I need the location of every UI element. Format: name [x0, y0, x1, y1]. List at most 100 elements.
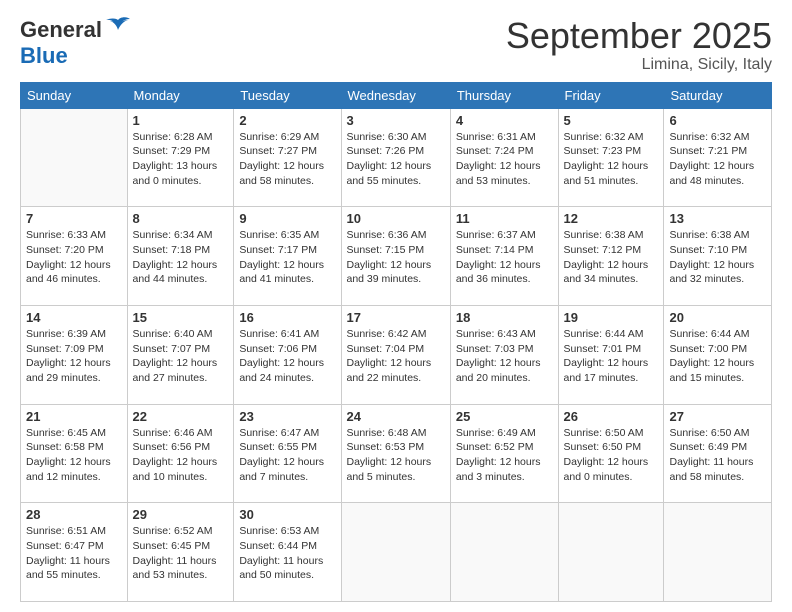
day-info: Sunrise: 6:38 AMSunset: 7:12 PMDaylight:… [564, 228, 659, 287]
day-info: Sunrise: 6:35 AMSunset: 7:17 PMDaylight:… [239, 228, 335, 287]
calendar-week-row: 14 Sunrise: 6:39 AMSunset: 7:09 PMDayligh… [21, 305, 772, 404]
day-number: 5 [564, 113, 659, 128]
day-number: 17 [347, 310, 445, 325]
table-row: 5 Sunrise: 6:32 AMSunset: 7:23 PMDaylight… [558, 108, 664, 207]
day-info: Sunrise: 6:34 AMSunset: 7:18 PMDaylight:… [133, 228, 229, 287]
day-number: 22 [133, 409, 229, 424]
day-number: 3 [347, 113, 445, 128]
table-row: 12Sunrise: 6:38 AMSunset: 7:12 PMDayligh… [558, 207, 664, 306]
day-number: 27 [669, 409, 766, 424]
day-info: Sunrise: 6:36 AMSunset: 7:15 PMDaylight:… [347, 228, 445, 287]
table-row: 7Sunrise: 6:33 AMSunset: 7:20 PMDaylight… [21, 207, 128, 306]
day-number: 23 [239, 409, 335, 424]
table-row [450, 503, 558, 602]
day-info: Sunrise: 6:28 AMSunset: 7:29 PMDaylight:… [133, 130, 229, 189]
day-info: Sunrise: 6:38 AMSunset: 7:10 PMDaylight:… [669, 228, 766, 287]
day-info: Sunrise: 6:33 AMSunset: 7:20 PMDaylight:… [26, 228, 122, 287]
calendar-week-row: 1 Sunrise: 6:28 AMSunset: 7:29 PMDaylight… [21, 108, 772, 207]
logo: General Blue [20, 16, 132, 69]
day-number: 24 [347, 409, 445, 424]
day-number: 28 [26, 507, 122, 522]
day-info: Sunrise: 6:41 AMSunset: 7:06 PMDaylight:… [239, 327, 335, 386]
col-thursday: Thursday [450, 82, 558, 108]
day-number: 9 [239, 211, 335, 226]
table-row: 16Sunrise: 6:41 AMSunset: 7:06 PMDayligh… [234, 305, 341, 404]
table-row: 28 Sunrise: 6:51 AMSunset: 6:47 PMDayligh… [21, 503, 128, 602]
day-number: 26 [564, 409, 659, 424]
table-row: 24 Sunrise: 6:48 AMSunset: 6:53 PMDayligh… [341, 404, 450, 503]
table-row: 6Sunrise: 6:32 AMSunset: 7:21 PMDaylight… [664, 108, 772, 207]
table-row: 2Sunrise: 6:29 AMSunset: 7:27 PMDaylight… [234, 108, 341, 207]
table-row [341, 503, 450, 602]
day-info: Sunrise: 6:30 AMSunset: 7:26 PMDaylight:… [347, 130, 445, 189]
col-monday: Monday [127, 82, 234, 108]
page: General Blue September 2025 Limina, Sici… [0, 0, 792, 612]
day-info: Sunrise: 6:40 AMSunset: 7:07 PMDaylight:… [133, 327, 229, 386]
col-wednesday: Wednesday [341, 82, 450, 108]
day-number: 13 [669, 211, 766, 226]
day-info: Sunrise: 6:46 AMSunset: 6:56 PMDaylight:… [133, 426, 229, 485]
day-info: Sunrise: 6:39 AMSunset: 7:09 PMDaylight:… [26, 327, 122, 386]
location: Limina, Sicily, Italy [506, 56, 772, 74]
day-number: 6 [669, 113, 766, 128]
day-number: 11 [456, 211, 553, 226]
day-info: Sunrise: 6:37 AMSunset: 7:14 PMDaylight:… [456, 228, 553, 287]
table-row: 15 Sunrise: 6:40 AMSunset: 7:07 PMDayligh… [127, 305, 234, 404]
day-info: Sunrise: 6:49 AMSunset: 6:52 PMDaylight:… [456, 426, 553, 485]
col-saturday: Saturday [664, 82, 772, 108]
day-info: Sunrise: 6:50 AMSunset: 6:49 PMDaylight:… [669, 426, 766, 485]
day-number: 18 [456, 310, 553, 325]
day-number: 20 [669, 310, 766, 325]
table-row: 13 Sunrise: 6:38 AMSunset: 7:10 PMDayligh… [664, 207, 772, 306]
day-number: 1 [133, 113, 229, 128]
table-row: 25Sunrise: 6:49 AMSunset: 6:52 PMDayligh… [450, 404, 558, 503]
calendar: Sunday Monday Tuesday Wednesday Thursday… [20, 82, 772, 602]
table-row: 10 Sunrise: 6:36 AMSunset: 7:15 PMDayligh… [341, 207, 450, 306]
day-number: 30 [239, 507, 335, 522]
table-row: 14 Sunrise: 6:39 AMSunset: 7:09 PMDayligh… [21, 305, 128, 404]
table-row: 19 Sunrise: 6:44 AMSunset: 7:01 PMDayligh… [558, 305, 664, 404]
table-row [21, 108, 128, 207]
day-info: Sunrise: 6:44 AMSunset: 7:00 PMDaylight:… [669, 327, 766, 386]
table-row: 29 Sunrise: 6:52 AMSunset: 6:45 PMDayligh… [127, 503, 234, 602]
table-row: 9 Sunrise: 6:35 AMSunset: 7:17 PMDaylight… [234, 207, 341, 306]
day-info: Sunrise: 6:51 AMSunset: 6:47 PMDaylight:… [26, 524, 122, 583]
calendar-header-row: Sunday Monday Tuesday Wednesday Thursday… [21, 82, 772, 108]
day-number: 29 [133, 507, 229, 522]
day-info: Sunrise: 6:31 AMSunset: 7:24 PMDaylight:… [456, 130, 553, 189]
day-number: 8 [133, 211, 229, 226]
day-info: Sunrise: 6:29 AMSunset: 7:27 PMDaylight:… [239, 130, 335, 189]
calendar-week-row: 28 Sunrise: 6:51 AMSunset: 6:47 PMDayligh… [21, 503, 772, 602]
calendar-week-row: 7Sunrise: 6:33 AMSunset: 7:20 PMDaylight… [21, 207, 772, 306]
table-row [664, 503, 772, 602]
day-info: Sunrise: 6:45 AMSunset: 6:58 PMDaylight:… [26, 426, 122, 485]
table-row: 18Sunrise: 6:43 AMSunset: 7:03 PMDayligh… [450, 305, 558, 404]
day-info: Sunrise: 6:52 AMSunset: 6:45 PMDaylight:… [133, 524, 229, 583]
day-number: 15 [133, 310, 229, 325]
col-sunday: Sunday [21, 82, 128, 108]
day-number: 19 [564, 310, 659, 325]
table-row: 27 Sunrise: 6:50 AMSunset: 6:49 PMDayligh… [664, 404, 772, 503]
col-tuesday: Tuesday [234, 82, 341, 108]
day-number: 14 [26, 310, 122, 325]
day-info: Sunrise: 6:44 AMSunset: 7:01 PMDaylight:… [564, 327, 659, 386]
day-number: 10 [347, 211, 445, 226]
logo-blue-text: Blue [20, 43, 68, 68]
month-title: September 2025 [506, 16, 772, 56]
logo-bird-icon [104, 16, 132, 43]
table-row: 30 Sunrise: 6:53 AMSunset: 6:44 PMDayligh… [234, 503, 341, 602]
day-info: Sunrise: 6:32 AMSunset: 7:23 PMDaylight:… [564, 130, 659, 189]
table-row: 20 Sunrise: 6:44 AMSunset: 7:00 PMDayligh… [664, 305, 772, 404]
table-row: 17 Sunrise: 6:42 AMSunset: 7:04 PMDayligh… [341, 305, 450, 404]
table-row: 3 Sunrise: 6:30 AMSunset: 7:26 PMDaylight… [341, 108, 450, 207]
table-row [558, 503, 664, 602]
col-friday: Friday [558, 82, 664, 108]
table-row: 1 Sunrise: 6:28 AMSunset: 7:29 PMDaylight… [127, 108, 234, 207]
header: General Blue September 2025 Limina, Sici… [20, 16, 772, 74]
table-row: 8 Sunrise: 6:34 AMSunset: 7:18 PMDaylight… [127, 207, 234, 306]
day-info: Sunrise: 6:53 AMSunset: 6:44 PMDaylight:… [239, 524, 335, 583]
day-info: Sunrise: 6:50 AMSunset: 6:50 PMDaylight:… [564, 426, 659, 485]
day-info: Sunrise: 6:42 AMSunset: 7:04 PMDaylight:… [347, 327, 445, 386]
table-row: 22 Sunrise: 6:46 AMSunset: 6:56 PMDayligh… [127, 404, 234, 503]
day-info: Sunrise: 6:48 AMSunset: 6:53 PMDaylight:… [347, 426, 445, 485]
